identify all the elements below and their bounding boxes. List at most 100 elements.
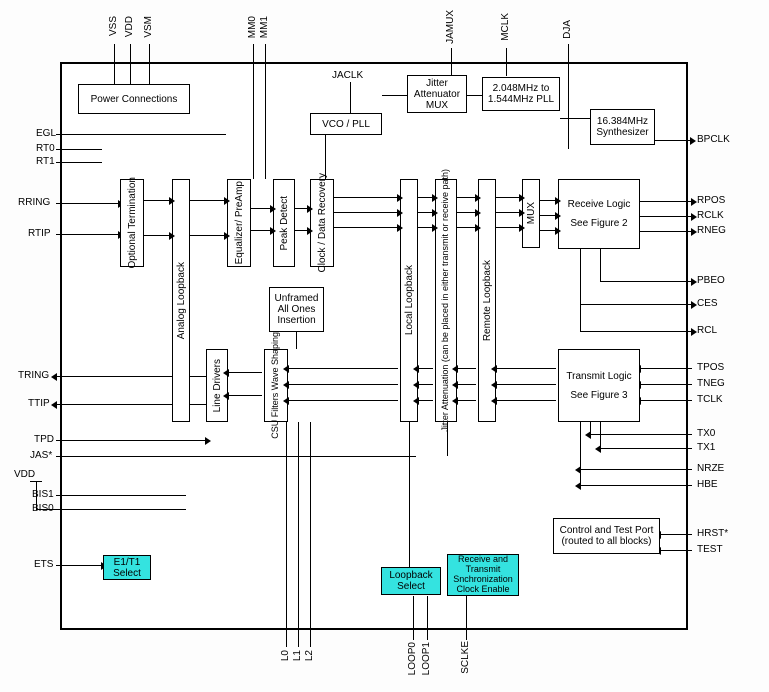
wire (496, 227, 520, 228)
wire (144, 235, 170, 236)
wire (640, 384, 692, 385)
block-transmit-logic-ref: See Figure 3 (570, 390, 627, 401)
wire (228, 372, 262, 373)
pin-dja: DJA (562, 20, 573, 39)
wire (418, 384, 433, 385)
wire (56, 149, 102, 150)
block-line-drivers-label: Line Drivers (212, 359, 223, 412)
block-eq-preamp: Equalizer/ PreAmp (227, 179, 251, 267)
wire (496, 197, 520, 198)
pin-rclk: RCLK (697, 210, 724, 221)
label-jaclk: JACLK (332, 70, 363, 81)
block-unframed-ones: Unframed All Ones Insertion (269, 287, 324, 332)
wire (590, 434, 692, 435)
pin-l0: L0 (280, 650, 291, 661)
pin-jas: JAS* (30, 450, 52, 461)
wire (457, 197, 476, 198)
block-clock-data-rec-label: Clock / Data Recovery (317, 173, 328, 272)
wire (298, 422, 299, 647)
wire (288, 368, 398, 369)
wire (334, 212, 398, 213)
wire (114, 44, 115, 84)
wire (418, 227, 433, 228)
pin-hrst: HRST* (697, 528, 728, 539)
wire (540, 230, 556, 231)
pin-loop0: LOOP0 (407, 642, 418, 675)
pin-tx1: TX1 (697, 442, 715, 453)
wire (409, 422, 410, 567)
wire (640, 400, 692, 401)
wire (286, 422, 287, 647)
pin-sclke: SCLKE (460, 641, 471, 674)
block-optional-term-label: Optional Termination (127, 177, 138, 269)
wire (228, 395, 262, 396)
block-power-connections: Power Connections (78, 84, 190, 114)
block-vco-pll: VCO / PLL (310, 113, 382, 135)
block-line-drivers: Line Drivers (206, 349, 228, 422)
wire (660, 550, 692, 551)
wire (457, 384, 476, 385)
wire (568, 44, 569, 149)
wire (253, 44, 254, 179)
wire (600, 448, 692, 449)
pin-tring: TRING (18, 370, 49, 381)
pin-ttip: TTIP (28, 398, 50, 409)
block-clock-data-rec: Clock / Data Recovery (310, 179, 334, 267)
block-analog-loopback-label: Analog Loopback (176, 262, 187, 339)
wire (56, 234, 119, 235)
wire (418, 197, 433, 198)
block-peak-detect-label: Peak Detect (279, 196, 290, 250)
wire (56, 162, 102, 163)
pin-mm1: MM1 (259, 16, 270, 38)
wire (447, 422, 448, 456)
wire (466, 596, 467, 640)
wire (427, 596, 428, 640)
pin-bpclk: BPCLK (697, 134, 730, 145)
wire (325, 135, 326, 179)
wire (265, 44, 266, 179)
wire (580, 331, 692, 332)
pin-rring: RRING (18, 197, 50, 208)
wire (457, 368, 476, 369)
block-local-loopback-label: Local Loopback (404, 265, 415, 335)
wire (36, 481, 37, 509)
wire (580, 485, 692, 486)
block-csu-wave-label: CSU Filters Wave Shaping (271, 332, 281, 439)
pin-vsm: VSM (143, 16, 154, 38)
wire (288, 400, 398, 401)
diagram-canvas: VSS VDD VSM MM0 MM1 JAMUX MCLK DJA EGL R… (0, 0, 769, 692)
wire (413, 596, 414, 640)
block-rx-tx-sync-clock: Receive and Transmit Snchronization Cloc… (447, 554, 519, 596)
wire (457, 227, 476, 228)
block-jitter-mux: Jitter Attenuator MUX (407, 75, 467, 113)
block-receive-logic: Receive Logic See Figure 2 (558, 179, 640, 249)
block-eq-preamp-label: Equalizer/ PreAmp (234, 181, 245, 264)
wire (467, 95, 482, 96)
block-analog-loopback: Analog Loopback (172, 179, 190, 422)
wire (457, 400, 476, 401)
wire (295, 230, 308, 231)
wire (251, 208, 271, 209)
block-receive-logic-label: Receive Logic (568, 199, 631, 210)
block-synth-16384: 16.384MHz Synthesizer (590, 109, 655, 145)
pin-jamux: JAMUX (445, 10, 456, 44)
wire (540, 200, 556, 201)
wire (310, 422, 311, 647)
pin-vdd-top: VDD (124, 16, 135, 37)
wire (56, 134, 226, 135)
block-transmit-logic: Transmit Logic See Figure 3 (558, 349, 640, 422)
pin-rneg: RNEG (697, 225, 726, 236)
pin-tclk: TCLK (697, 394, 723, 405)
pin-vss: VSS (108, 16, 119, 36)
block-receive-logic-ref: See Figure 2 (570, 218, 627, 229)
block-optional-term: Optional Termination (120, 179, 144, 267)
pin-egl: EGL (36, 128, 56, 139)
wire (600, 281, 692, 282)
wire (580, 249, 581, 332)
wire (130, 44, 131, 84)
wire (190, 200, 225, 201)
pin-rpos: RPOS (697, 195, 725, 206)
wire (30, 481, 42, 482)
wire (418, 400, 433, 401)
pin-rt1: RT1 (36, 156, 55, 167)
